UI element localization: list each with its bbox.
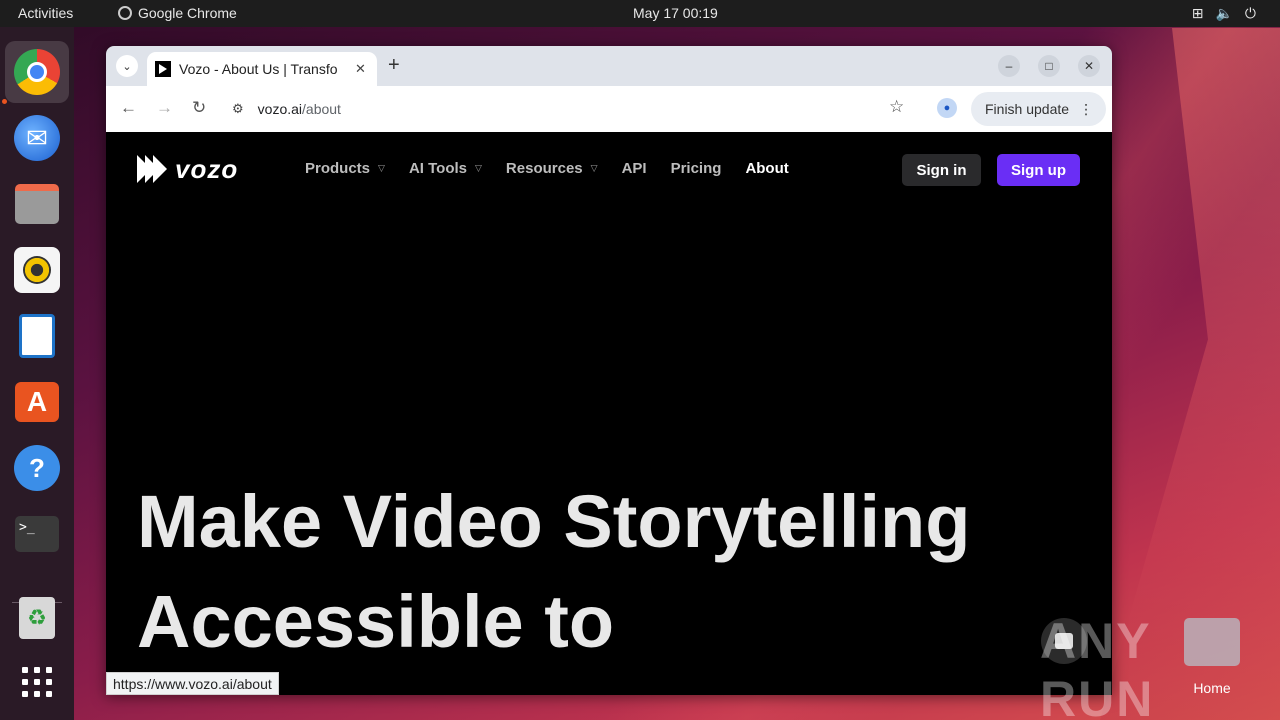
home-folder-icon: [1184, 618, 1240, 666]
app-menu[interactable]: Google Chrome: [118, 5, 237, 21]
tab-search-button[interactable]: ⌄: [116, 55, 138, 77]
clock[interactable]: May 17 00:19: [633, 5, 718, 21]
dock-files[interactable]: [5, 173, 69, 235]
tab-strip: ⌄ Vozo - About Us | Transfo ✕ + – □ ✕: [106, 46, 1112, 86]
desktop-home-folder[interactable]: Home: [1184, 618, 1240, 708]
home-label: Home: [1193, 680, 1231, 696]
nav-label: Pricing: [670, 160, 722, 177]
tab-active[interactable]: Vozo - About Us | Transfo ✕: [147, 52, 377, 86]
dock: ✉ A ? >_ ♻: [0, 27, 74, 720]
more-menu-icon: ⋮: [1079, 100, 1094, 117]
thunderbird-icon: ✉: [14, 115, 60, 161]
dock-trash[interactable]: ♻: [5, 587, 69, 649]
volume-icon: 🔈: [1215, 5, 1233, 21]
nav-label: About: [745, 160, 789, 177]
nav-label: Resources: [505, 160, 583, 177]
writer-icon: [19, 314, 55, 358]
nav-about[interactable]: About: [745, 160, 788, 177]
network-icon: ⊞: [1191, 5, 1204, 21]
nav-ai-tools[interactable]: AI Tools ▽: [409, 160, 482, 177]
profile-avatar-icon[interactable]: ●: [937, 98, 957, 118]
nav-label: Products: [305, 160, 371, 177]
back-icon[interactable]: ←: [120, 98, 137, 118]
tab-title: Vozo - About Us | Transfo: [179, 61, 338, 77]
activities-button[interactable]: Activities: [18, 5, 73, 21]
dock-rhythmbox[interactable]: [5, 239, 69, 301]
app-center-icon: A: [15, 382, 59, 422]
main-nav: Products ▽ AI Tools ▽ Resources ▽ API Prici…: [305, 160, 813, 177]
address-bar[interactable]: ⚙ vozo.ai/about: [224, 93, 910, 125]
chevron-down-icon: ▽: [590, 163, 598, 173]
close-window-button[interactable]: ✕: [1078, 55, 1100, 77]
dock-writer[interactable]: [5, 305, 69, 367]
minimize-button[interactable]: –: [998, 55, 1020, 77]
maximize-button[interactable]: □: [1038, 55, 1060, 77]
chrome-small-icon: [118, 6, 132, 20]
top-bar: Activities Google Chrome May 17 00:19 ⊞ …: [0, 0, 1280, 27]
dock-show-apps[interactable]: [5, 651, 69, 713]
terminal-icon: >_: [15, 516, 59, 552]
sign-up-button[interactable]: Sign up: [997, 154, 1080, 186]
forward-icon[interactable]: →: [156, 98, 173, 118]
hero-line-2: Accessible to: [137, 580, 615, 663]
chevron-down-icon: ⌄: [122, 60, 132, 73]
site-info-icon[interactable]: ⚙: [232, 101, 244, 117]
finish-update-label: Finish update: [985, 101, 1070, 117]
sign-in-button[interactable]: Sign in: [902, 154, 981, 186]
running-indicator: [2, 99, 7, 104]
bookmark-star-icon[interactable]: ☆: [889, 97, 904, 117]
url-host: vozo.ai: [257, 101, 303, 117]
dock-thunderbird[interactable]: ✉: [5, 107, 69, 169]
nav-products[interactable]: Products ▽: [305, 160, 385, 177]
hero-line-1: Make Video Storytelling: [137, 480, 971, 563]
nav-label: AI Tools: [408, 160, 467, 177]
vozo-logo[interactable]: vozo: [137, 152, 238, 186]
finish-update-button[interactable]: Finish update ⋮: [971, 92, 1106, 126]
reload-icon[interactable]: ↻: [192, 98, 206, 118]
hero-heading: Make Video Storytelling Accessible to: [137, 472, 970, 672]
tab-close-icon[interactable]: ✕: [355, 61, 366, 77]
new-tab-button[interactable]: +: [388, 54, 400, 77]
help-icon: ?: [14, 445, 60, 491]
nav-resources[interactable]: Resources ▽: [506, 160, 598, 177]
power-icon: ⏻: [1244, 5, 1256, 21]
app-name: Google Chrome: [138, 5, 237, 21]
system-tray[interactable]: ⊞ 🔈 ⏻: [1192, 5, 1256, 22]
trash-icon: ♻: [19, 597, 55, 639]
browser-toolbar: ← → ↻ ⚙ vozo.ai/about ☆ ● Finish update …: [106, 86, 1112, 132]
chevron-down-icon: ▽: [475, 163, 482, 173]
dock-terminal[interactable]: >_: [5, 503, 69, 565]
vozo-favicon-icon: [155, 61, 171, 77]
dock-chrome[interactable]: [5, 41, 69, 103]
rhythmbox-icon: [14, 247, 60, 293]
chevron-down-icon: ▽: [378, 163, 385, 173]
apps-grid-icon: [22, 667, 52, 697]
url-path: /about: [302, 101, 341, 117]
nav-pricing[interactable]: Pricing: [671, 160, 722, 177]
web-page: vozo Products ▽ AI Tools ▽ Resources ▽ API …: [106, 132, 1112, 695]
dock-help[interactable]: ?: [5, 437, 69, 499]
anyrun-watermark: ANY RUN: [1040, 613, 1155, 720]
dock-app-center[interactable]: A: [5, 371, 69, 433]
vozo-logo-icon: [137, 152, 167, 186]
chrome-icon: [14, 49, 60, 95]
logo-text: vozo: [175, 153, 239, 184]
nav-label: API: [621, 160, 647, 177]
files-icon: [15, 184, 59, 224]
link-status-bar: https://www.vozo.ai/about: [106, 672, 279, 695]
chrome-window: ⌄ Vozo - About Us | Transfo ✕ + – □ ✕ ← …: [106, 46, 1112, 695]
nav-api[interactable]: API: [622, 160, 647, 177]
